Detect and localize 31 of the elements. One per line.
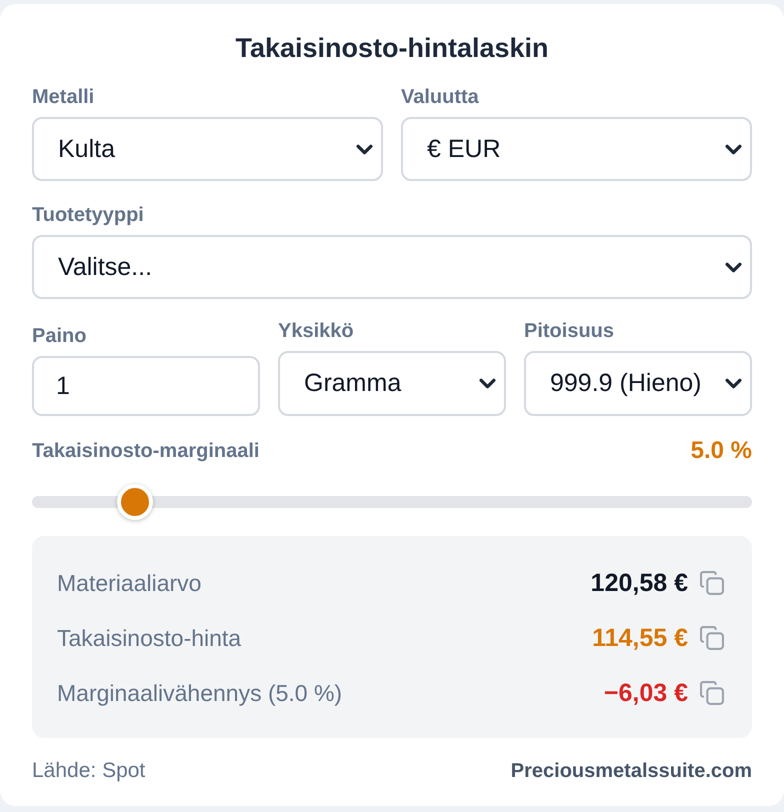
- field-label: Takaisinosto-marginaali: [32, 439, 260, 463]
- chevron-down-icon: [479, 378, 496, 389]
- brand-name: Preciousmetalssuite.com: [510, 759, 752, 783]
- field-label: Tuotetyyppi: [32, 203, 144, 227]
- field-label: Pitoisuus: [524, 319, 614, 343]
- copy-icon[interactable]: [700, 571, 724, 595]
- chevron-down-icon: [725, 144, 742, 154]
- field-label: Valuutta: [401, 85, 479, 109]
- chevron-down-icon: [725, 378, 742, 389]
- dropdown[interactable]: € EUR: [401, 117, 752, 181]
- field-label: Yksikkö: [278, 319, 354, 343]
- source-note: Lähde: Spot: [32, 759, 146, 783]
- result-value: 114,55 €: [592, 624, 688, 652]
- calculator-title: Takaisinosto-hintalaskin: [234, 32, 550, 64]
- field-label: Paino: [32, 324, 86, 348]
- result-label: Materiaaliarvo: [57, 570, 202, 596]
- text-input[interactable]: 1: [32, 356, 260, 416]
- result-label: Takaisinosto-hinta: [57, 624, 242, 652]
- field-label: Metalli: [32, 85, 94, 109]
- result-value: 120,58 €: [590, 568, 688, 598]
- result-value: −6,03 €: [604, 678, 688, 708]
- dropdown[interactable]: 999.9 (Hieno): [524, 351, 752, 416]
- dropdown[interactable]: Gramma: [278, 351, 506, 416]
- margin-reading: 5.0 %: [690, 439, 752, 463]
- dropdown[interactable]: Valitse...: [32, 235, 752, 299]
- chevron-down-icon: [356, 144, 373, 154]
- chevron-down-icon: [725, 262, 742, 272]
- copy-icon[interactable]: [700, 626, 724, 650]
- result-label: Marginaalivähennys (5.0 %): [57, 680, 342, 706]
- copy-icon[interactable]: [700, 681, 724, 705]
- dropdown[interactable]: Kulta: [32, 117, 383, 181]
